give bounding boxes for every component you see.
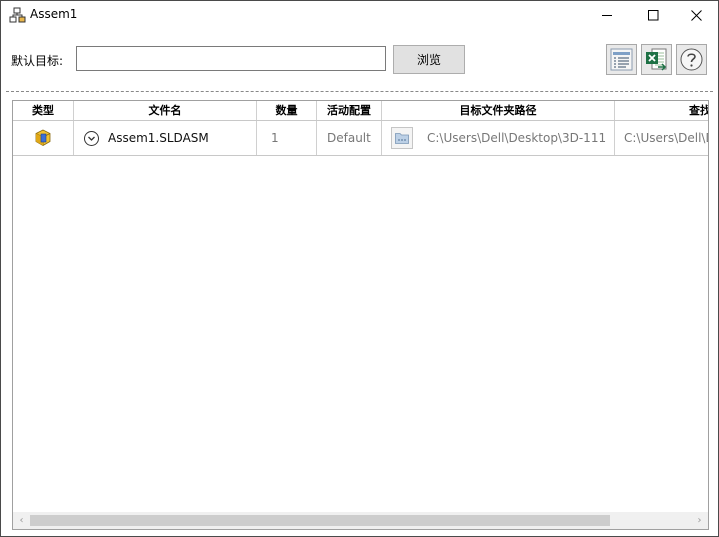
- column-header-active-config[interactable]: 活动配置: [317, 101, 382, 120]
- minimize-button[interactable]: [584, 1, 630, 29]
- excel-export-icon: [646, 48, 667, 71]
- target-path-cell: C:\Users\Dell\Desktop\3D-111: [382, 121, 615, 155]
- window-title: Assem1: [30, 7, 78, 21]
- find-path-cell: C:\Users\Dell\D: [615, 121, 708, 155]
- quantity-cell[interactable]: 1: [257, 121, 317, 155]
- folder-browse-button[interactable]: [391, 127, 413, 149]
- scroll-left-icon[interactable]: ‹: [13, 512, 30, 529]
- horizontal-scrollbar[interactable]: ‹ ›: [13, 512, 708, 529]
- default-target-label: 默认目标:: [11, 54, 64, 68]
- scrollbar-thumb[interactable]: [30, 515, 610, 526]
- column-header-find[interactable]: 查找: [615, 101, 708, 120]
- list-view-button[interactable]: [606, 44, 637, 75]
- column-header-target-path[interactable]: 目标文件夹路径: [382, 101, 615, 120]
- excel-export-button[interactable]: [641, 44, 672, 75]
- list-view-icon: [610, 48, 633, 71]
- table-row[interactable]: Assem1.SLDASM 1 Default C:\Users\Dell\De…: [13, 121, 708, 156]
- target-path-text: C:\Users\Dell\Desktop\3D-111: [427, 131, 607, 145]
- assembly-icon: [9, 7, 26, 24]
- minimize-icon: [601, 14, 612, 16]
- maximize-button[interactable]: [630, 1, 676, 29]
- close-button[interactable]: [673, 1, 718, 29]
- title-bar: Assem1: [1, 1, 718, 29]
- column-header-quantity[interactable]: 数量: [257, 101, 317, 120]
- help-button[interactable]: [676, 44, 707, 75]
- file-name-cell: Assem1.SLDASM: [74, 121, 257, 155]
- scroll-right-icon[interactable]: ›: [691, 512, 708, 529]
- maximize-icon: [647, 9, 658, 20]
- main-window: Assem1 默认目标: 浏览 类型 文件名 数量 活动配置 目标文件夹路径 查…: [0, 0, 719, 537]
- table-header: 类型 文件名 数量 活动配置 目标文件夹路径 查找: [13, 101, 708, 121]
- help-icon: [680, 48, 703, 71]
- file-table[interactable]: 类型 文件名 数量 活动配置 目标文件夹路径 查找 Assem1.SLDASM: [12, 100, 709, 530]
- assembly-part-icon: [35, 129, 51, 146]
- expand-icon[interactable]: [84, 130, 99, 146]
- file-name-text: Assem1.SLDASM: [108, 131, 209, 145]
- section-divider: [6, 91, 713, 92]
- default-target-input[interactable]: [76, 46, 386, 71]
- type-cell: [13, 121, 74, 155]
- browse-button[interactable]: 浏览: [393, 45, 465, 74]
- column-header-type[interactable]: 类型: [13, 101, 74, 120]
- active-config-cell[interactable]: Default: [317, 121, 382, 155]
- column-header-file-name[interactable]: 文件名: [74, 101, 257, 120]
- close-icon: [690, 9, 702, 21]
- folder-icon: [395, 133, 409, 144]
